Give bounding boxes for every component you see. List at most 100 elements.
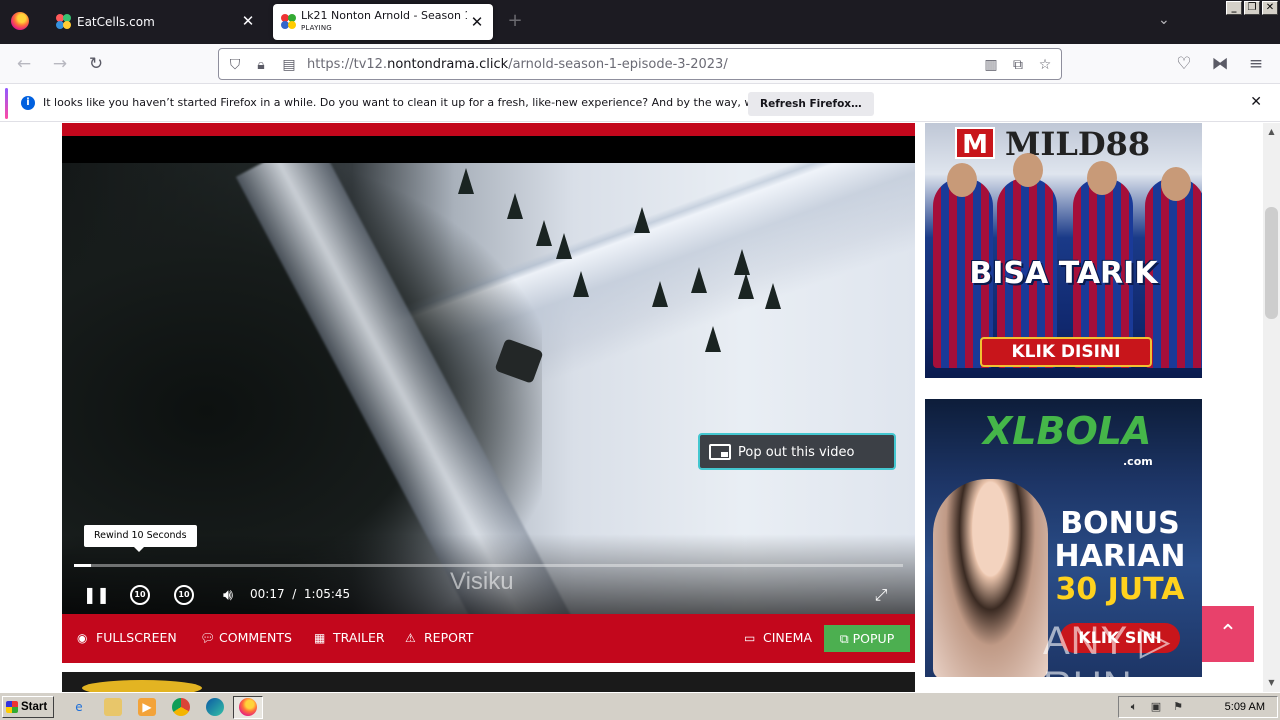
eye-icon: ◉ bbox=[77, 631, 88, 645]
url-bar[interactable]: ⛉ 🔒︎ ▤ https://tv12.nontondrama.click/ar… bbox=[218, 48, 1062, 80]
video-frame-tree bbox=[765, 283, 781, 309]
ad-player-head bbox=[1087, 161, 1117, 195]
lock-icon[interactable]: 🔒︎ bbox=[251, 55, 271, 75]
fullscreen-button[interactable]: ◉ FULLSCREEN bbox=[77, 630, 177, 645]
pop-out-video-button[interactable]: Pop out this video bbox=[698, 433, 896, 470]
film-icon: ▦ bbox=[314, 631, 326, 645]
url-text[interactable]: https://tv12.nontondrama.click/arnold-se… bbox=[307, 57, 728, 72]
tab-playing-status: PLAYING bbox=[301, 24, 332, 32]
video-frame-tree bbox=[738, 273, 754, 299]
menu-icon[interactable]: ≡ bbox=[1244, 52, 1268, 76]
pause-icon[interactable]: ❚❚ bbox=[83, 582, 110, 608]
forward-button[interactable]: → bbox=[48, 52, 72, 76]
popup-button[interactable]: ⧉ POPUP bbox=[824, 625, 910, 652]
picture-in-picture-icon[interactable]: ⧉ bbox=[1008, 55, 1028, 75]
clock: 5:09 AM bbox=[1224, 701, 1265, 713]
minimize-button[interactable]: _ bbox=[1226, 1, 1242, 15]
window-buttons: _ ❐ ✕ bbox=[1226, 1, 1278, 15]
volume-tray-icon[interactable]: 🔈︎ bbox=[1127, 700, 1141, 714]
trailer-button[interactable]: ▦ TRAILER bbox=[314, 630, 385, 645]
extensions-icon[interactable]: ⧓ bbox=[1208, 52, 1232, 76]
restore-button[interactable]: ❐ bbox=[1244, 1, 1260, 15]
start-button[interactable]: Start bbox=[2, 696, 54, 718]
mild88-logo: M bbox=[955, 127, 995, 160]
video-frame-tree bbox=[734, 249, 750, 275]
network-tray-icon[interactable]: ▣ bbox=[1149, 700, 1163, 714]
tab-lk21-active[interactable]: Lk21 Nonton Arnold - Season 1 Episode 3 … bbox=[273, 4, 493, 40]
video-frame-tree bbox=[536, 220, 552, 246]
close-notification-icon[interactable]: ✕ bbox=[1250, 94, 1262, 110]
ad-mild88[interactable]: M MILD88 BISA TARIK KLIK DISINI bbox=[925, 123, 1202, 378]
video-frame-tree bbox=[556, 233, 572, 259]
page-scrollbar[interactable]: ▲ ▼ bbox=[1263, 123, 1280, 692]
ad-player-head bbox=[1161, 167, 1191, 201]
back-button[interactable]: ← bbox=[12, 52, 36, 76]
close-tab-icon[interactable]: ✕ bbox=[467, 12, 487, 32]
xlbola-logo: XLBOLA bbox=[983, 409, 1152, 453]
scroll-down-arrow-icon[interactable]: ▼ bbox=[1263, 676, 1280, 690]
flag-tray-icon[interactable]: ⚑ bbox=[1171, 700, 1185, 714]
eatcells-favicon-icon bbox=[56, 14, 72, 30]
notification-accent bbox=[5, 88, 8, 119]
firefox-logo-icon[interactable] bbox=[11, 12, 29, 30]
pip-label: Pop out this video bbox=[738, 445, 855, 460]
shield-icon[interactable]: ⛉ bbox=[225, 55, 245, 75]
monitor-icon: ▭ bbox=[744, 631, 756, 645]
media-player-icon[interactable]: ▶ bbox=[138, 698, 156, 716]
xlbola-logo-suffix: .com bbox=[1123, 455, 1153, 468]
ad-player-head bbox=[947, 163, 977, 197]
edge-icon[interactable] bbox=[206, 698, 224, 716]
tab-title: EatCells.com bbox=[77, 15, 155, 29]
bottom-ad-banner[interactable] bbox=[62, 672, 915, 692]
cinema-button[interactable]: ▭ CINEMA bbox=[744, 630, 812, 645]
ad-model-image bbox=[933, 479, 1048, 677]
video-player[interactable]: Pop out this video Rewind 10 Seconds Vis… bbox=[62, 163, 915, 614]
volume-icon[interactable]: 🔊︎ bbox=[215, 582, 241, 608]
seek-bar[interactable] bbox=[74, 564, 903, 567]
scroll-to-top-button[interactable]: ⌃ bbox=[1202, 606, 1254, 662]
info-icon: i bbox=[21, 96, 35, 110]
player-letterbox bbox=[62, 136, 915, 163]
fullscreen-icon[interactable]: ⤢ bbox=[868, 582, 894, 608]
new-tab-button[interactable]: + bbox=[505, 11, 525, 31]
notification-message: It looks like you haven’t started Firefo… bbox=[43, 96, 828, 109]
system-tray: 🔈︎ ▣ ⚑ 5:09 AM bbox=[1118, 696, 1278, 718]
rewind-10-icon[interactable]: 10 bbox=[130, 585, 150, 605]
folder-icon[interactable] bbox=[104, 698, 122, 716]
navigation-toolbar: ← → ↻ ⛉ 🔒︎ ▤ https://tv12.nontondrama.cl… bbox=[0, 44, 1280, 84]
pocket-icon[interactable]: ♡ bbox=[1172, 52, 1196, 76]
forward-10-icon[interactable]: 10 bbox=[174, 585, 194, 605]
ad-cta-button[interactable]: KLIK DISINI bbox=[980, 337, 1152, 367]
bookmark-star-icon[interactable]: ☆ bbox=[1035, 55, 1055, 75]
windows-taskbar: Start e ▶ 🔈︎ ▣ ⚑ 5:09 AM bbox=[0, 692, 1280, 720]
refresh-firefox-button[interactable]: Refresh Firefox… bbox=[748, 92, 874, 116]
comments-button[interactable]: 💬︎ COMMENTS bbox=[200, 630, 292, 645]
video-frame-tree bbox=[507, 193, 523, 219]
permissions-icon[interactable]: ▤ bbox=[279, 55, 299, 75]
tab-title: Lk21 Nonton Arnold - Season 1 Episode 3 bbox=[301, 9, 467, 22]
video-frame-tree bbox=[458, 168, 474, 194]
comment-icon: 💬︎ bbox=[200, 631, 216, 645]
seek-bar-fill bbox=[74, 564, 91, 567]
chrome-icon[interactable] bbox=[172, 698, 190, 716]
video-frame-tree bbox=[691, 267, 707, 293]
page-content: Pop out this video Rewind 10 Seconds Vis… bbox=[0, 123, 1263, 692]
video-frame-tree bbox=[652, 281, 668, 307]
scroll-up-arrow-icon[interactable]: ▲ bbox=[1263, 125, 1280, 139]
banner-shape bbox=[82, 680, 202, 692]
firefox-icon[interactable] bbox=[239, 698, 257, 716]
video-frame-tree bbox=[634, 207, 650, 233]
video-frame-tree bbox=[573, 271, 589, 297]
scrollbar-thumb[interactable] bbox=[1265, 207, 1278, 319]
reload-button[interactable]: ↻ bbox=[84, 52, 108, 76]
ad-bonus-text: BONUS HARIAN 30 JUTA bbox=[1054, 506, 1186, 607]
tab-eatcells[interactable]: EatCells.com ✕ bbox=[42, 0, 268, 44]
ie-icon[interactable]: e bbox=[70, 698, 88, 716]
close-window-button[interactable]: ✕ bbox=[1262, 1, 1278, 15]
reader-view-icon[interactable]: ▥ bbox=[981, 55, 1001, 75]
close-tab-icon[interactable]: ✕ bbox=[238, 11, 258, 31]
lk21-favicon-icon bbox=[281, 14, 297, 30]
report-button[interactable]: ⚠ REPORT bbox=[405, 630, 473, 645]
list-all-tabs-icon[interactable]: ⌄ bbox=[1158, 12, 1170, 28]
ad-headline: BISA TARIK bbox=[969, 256, 1158, 291]
